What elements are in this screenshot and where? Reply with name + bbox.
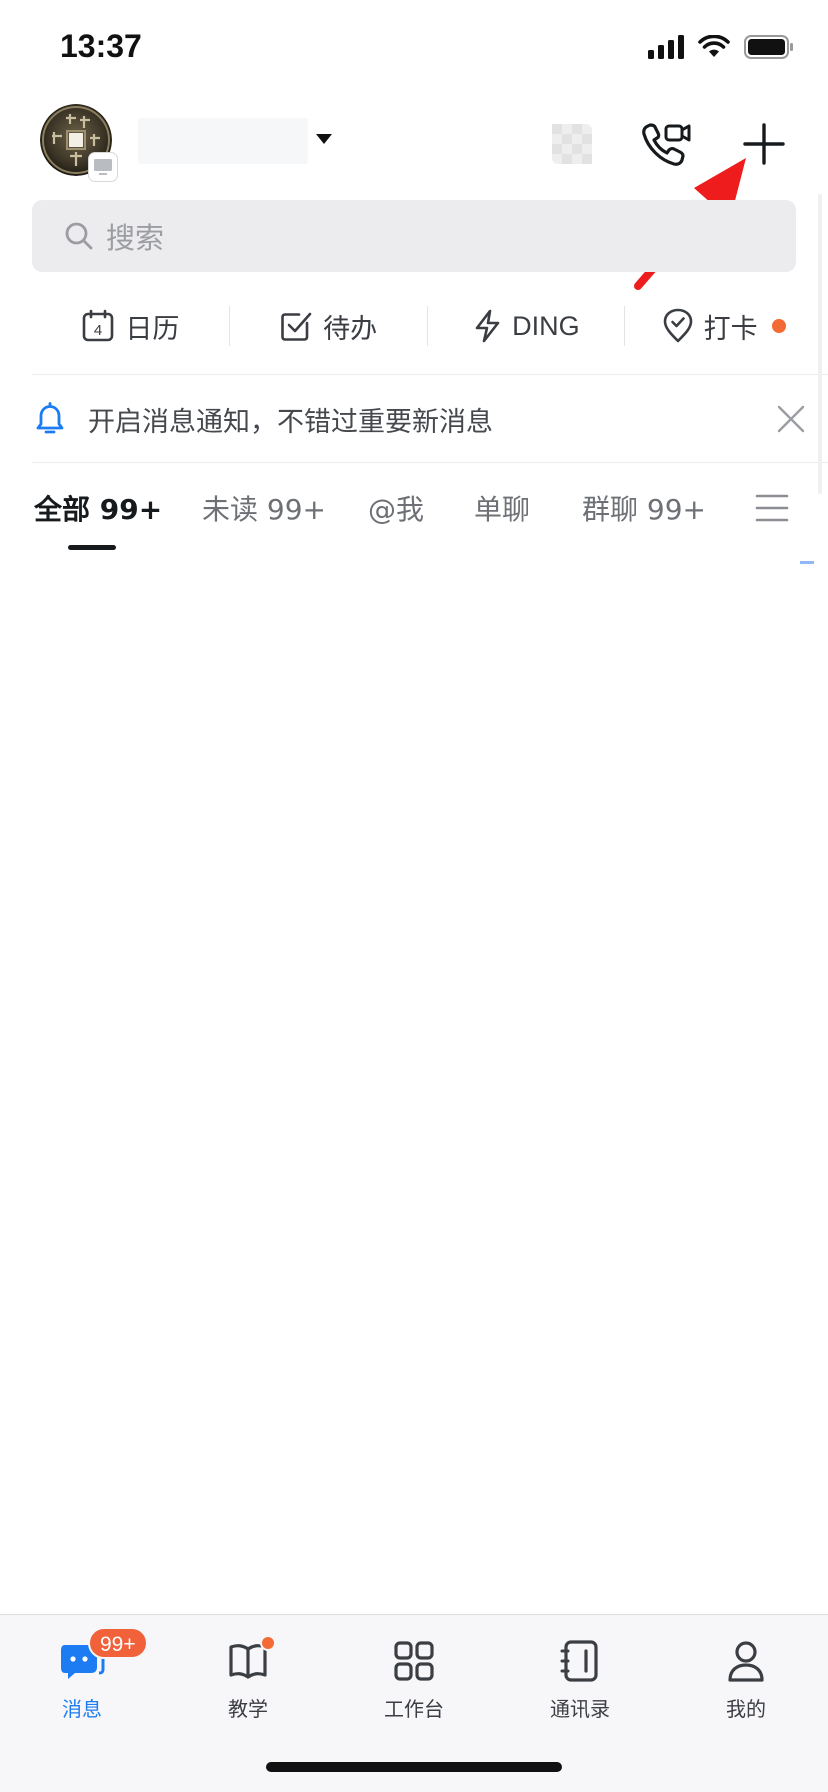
close-notice-button[interactable]: [770, 398, 812, 440]
tabbar-teaching[interactable]: 教学: [188, 1633, 308, 1722]
quick-actions: 4 日历 待办 DING 打卡: [32, 290, 822, 362]
tabbar-label: 通讯录: [550, 1697, 610, 1721]
tab-groups[interactable]: 群聊 99+: [582, 488, 706, 528]
tab-all[interactable]: 全部 99+: [34, 488, 162, 528]
quick-checkin[interactable]: 打卡: [625, 307, 822, 346]
search-bar[interactable]: 搜索: [32, 200, 796, 272]
checkin-red-dot: [771, 319, 786, 333]
status-icons: [648, 34, 794, 60]
caret-down-icon[interactable]: [316, 134, 332, 144]
messages-unread-badge: 99+: [88, 1627, 148, 1659]
contacts-icon: [560, 1640, 598, 1682]
blurred-mosaic-icon: [552, 124, 592, 164]
battery-icon: [744, 35, 793, 59]
active-tab-indicator: [68, 545, 116, 550]
divider-line: [32, 374, 828, 375]
tabbar-label: 我的: [726, 1697, 766, 1721]
quick-checkin-label: 打卡: [703, 313, 758, 345]
home-indicator[interactable]: [266, 1762, 562, 1772]
tab-direct[interactable]: 单聊: [474, 488, 530, 528]
divider-line: [32, 462, 828, 463]
notification-banner[interactable]: 开启消息通知，不错过重要新消息: [32, 376, 812, 462]
quick-todo[interactable]: 待办: [230, 307, 427, 346]
bell-icon: [36, 402, 64, 434]
todo-check-icon: [281, 312, 312, 341]
grid-icon: [394, 1641, 434, 1681]
status-time: 13:37: [60, 28, 142, 64]
quick-ding-label: DING: [512, 310, 580, 341]
tabbar-label: 教学: [228, 1697, 268, 1721]
blurred-status-button[interactable]: [544, 116, 600, 172]
progress-tick: [800, 561, 814, 564]
quick-ding[interactable]: DING: [428, 309, 625, 343]
scrollbar[interactable]: [818, 194, 822, 494]
tabbar-label: 工作台: [384, 1697, 444, 1721]
quick-calendar[interactable]: 4 日历: [32, 307, 229, 346]
username-blurred[interactable]: [138, 118, 308, 164]
quick-calendar-label: 日历: [125, 313, 180, 345]
tabbar-messages[interactable]: 99+ 消息: [22, 1627, 148, 1722]
calendar-day: 4: [94, 322, 102, 339]
search-icon: [65, 222, 93, 250]
lightning-icon: [475, 309, 500, 343]
tabbar-workbench[interactable]: 工作台: [354, 1633, 474, 1722]
tabbar-label: 消息: [62, 1697, 102, 1721]
tabbar-profile[interactable]: 我的: [686, 1633, 806, 1722]
tabbar-contacts[interactable]: 通讯录: [520, 1633, 640, 1722]
notification-text: 开启消息通知，不错过重要新消息: [88, 406, 493, 438]
monitor-icon: [94, 159, 112, 175]
search-placeholder: 搜索: [106, 221, 165, 255]
tab-mentions[interactable]: @我: [368, 488, 424, 528]
status-bar: 13:37: [0, 0, 828, 96]
close-icon: [777, 405, 805, 433]
cellular-signal-icon: [648, 35, 684, 59]
wifi-icon: [698, 35, 730, 57]
tab-unread[interactable]: 未读 99+: [202, 488, 326, 528]
desktop-online-badge: [88, 152, 118, 182]
hamburger-menu-icon: [755, 494, 789, 522]
teaching-red-dot: [260, 1635, 276, 1651]
calendar-icon: 4: [83, 309, 114, 342]
profile-icon: [728, 1641, 764, 1682]
tabs-menu-button[interactable]: [752, 488, 792, 528]
message-filter-tabs: 全部 99+ 未读 99+ @我 单聊 群聊 99+: [34, 474, 828, 546]
location-check-icon: [663, 308, 692, 343]
quick-todo-label: 待办: [323, 313, 378, 345]
